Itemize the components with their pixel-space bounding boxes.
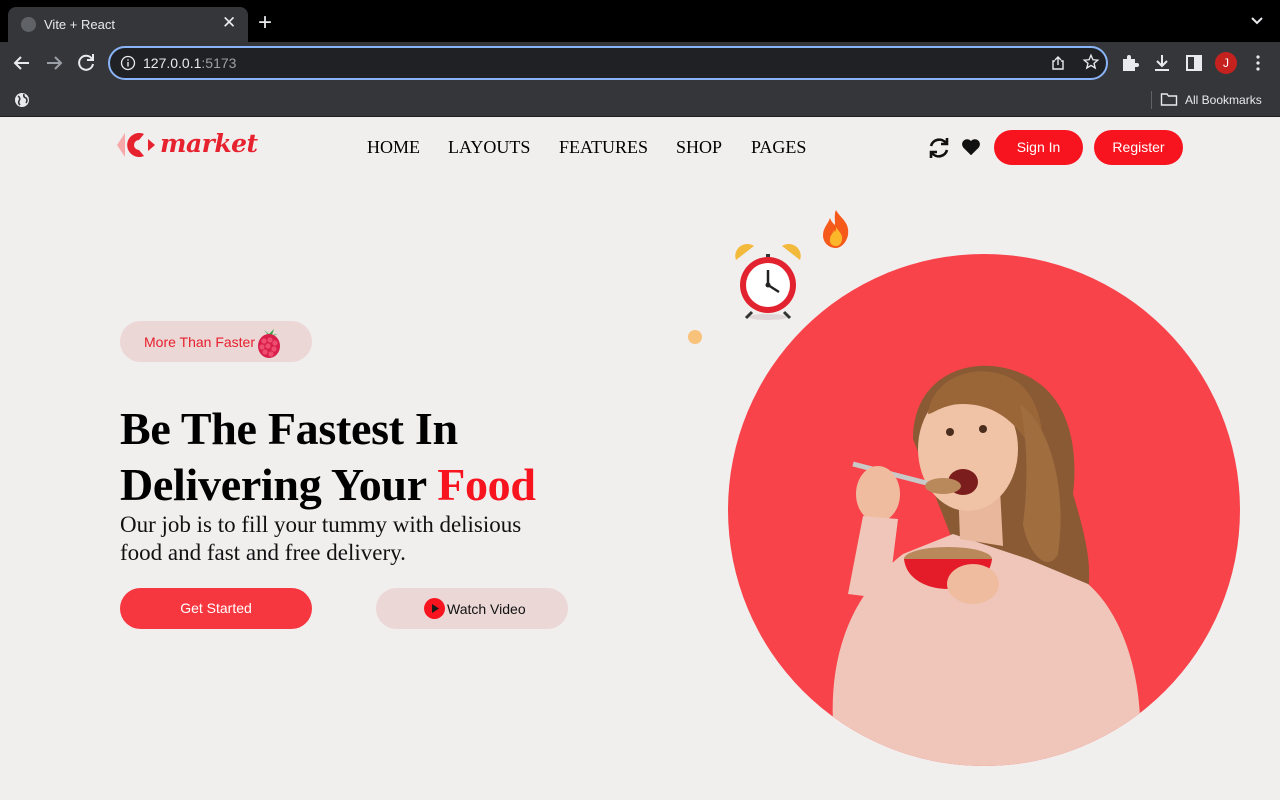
hero-image-circle bbox=[728, 254, 1240, 766]
url-host: 127.0.0.1 bbox=[143, 55, 202, 71]
browser-tab[interactable]: Vite + React ✕ bbox=[8, 7, 248, 42]
get-started-button[interactable]: Get Started bbox=[120, 588, 312, 629]
hero-headline-accent: Food bbox=[437, 459, 536, 510]
watch-video-button[interactable]: Watch Video bbox=[376, 588, 568, 629]
hero-subtext-line1: Our job is to fill your tummy with delis… bbox=[120, 512, 522, 537]
reload-icon[interactable] bbox=[74, 51, 98, 75]
extensions-puzzle-icon[interactable] bbox=[1118, 51, 1142, 75]
nav-features[interactable]: FEATURES bbox=[559, 137, 648, 158]
nav-layouts[interactable]: LAYOUTS bbox=[448, 137, 530, 158]
hero-subtext-line2: food and fast and free delivery. bbox=[120, 540, 406, 565]
url-text[interactable]: 127.0.0.1:5173 bbox=[143, 55, 236, 71]
address-bar[interactable]: 127.0.0.1:5173 bbox=[108, 46, 1108, 80]
url-port: :5173 bbox=[201, 55, 237, 71]
hero-headline-text: Delivering Your bbox=[120, 459, 426, 510]
side-panel-icon[interactable] bbox=[1182, 51, 1206, 75]
hero-headline-line1: Be The Fastest In bbox=[120, 403, 458, 454]
profile-avatar[interactable]: J bbox=[1215, 52, 1237, 74]
browser-toolbar: 127.0.0.1:5173 bbox=[0, 42, 1280, 84]
badge-label: More Than Faster bbox=[144, 334, 256, 350]
bookmark-star-icon[interactable] bbox=[1082, 53, 1100, 71]
register-button[interactable]: Register bbox=[1094, 130, 1183, 165]
tab-favicon-globe-icon bbox=[21, 17, 36, 32]
tab-title: Vite + React bbox=[44, 17, 115, 32]
bookmarks-bar: All Bookmarks bbox=[0, 84, 1280, 117]
all-bookmarks-label: All Bookmarks bbox=[1185, 93, 1262, 107]
new-tab-plus-icon[interactable]: + bbox=[258, 11, 272, 35]
site-info-icon[interactable] bbox=[120, 55, 136, 71]
raspberry-icon bbox=[258, 329, 280, 358]
sign-in-button[interactable]: Sign In bbox=[994, 130, 1083, 165]
back-arrow-icon[interactable] bbox=[10, 51, 34, 75]
more-than-faster-badge[interactable]: More Than Faster bbox=[120, 321, 312, 362]
forward-arrow-icon[interactable] bbox=[42, 51, 66, 75]
logo-wordmark: market bbox=[160, 129, 258, 158]
nav-home[interactable]: HOME bbox=[367, 137, 420, 158]
tab-search-chevron-down-icon[interactable] bbox=[1250, 16, 1264, 26]
folder-icon bbox=[1160, 93, 1178, 106]
market-logo[interactable]: market bbox=[116, 129, 258, 162]
heart-icon[interactable] bbox=[960, 136, 982, 158]
browser-tab-strip: Vite + React ✕ + bbox=[0, 0, 1280, 42]
share-icon[interactable] bbox=[1050, 55, 1066, 71]
play-icon bbox=[424, 598, 445, 619]
browser-menu-kebab-icon[interactable] bbox=[1246, 51, 1270, 75]
carrefour-logo-icon bbox=[117, 133, 155, 157]
nav-shop[interactable]: SHOP bbox=[676, 137, 722, 158]
fire-icon bbox=[823, 210, 849, 248]
watch-video-label: Watch Video bbox=[447, 601, 526, 617]
tab-close-icon[interactable]: ✕ bbox=[222, 14, 236, 32]
downloads-icon[interactable] bbox=[1150, 51, 1174, 75]
bookmarks-separator bbox=[1151, 91, 1152, 109]
hero-headline-line2: Delivering Your Food bbox=[120, 458, 536, 511]
woman-eating-cereal-image bbox=[832, 365, 1141, 766]
decorative-dot bbox=[688, 330, 702, 344]
refresh-icon[interactable] bbox=[926, 135, 952, 161]
nav-pages[interactable]: PAGES bbox=[751, 137, 806, 158]
bookmark-globe-icon[interactable] bbox=[14, 92, 30, 108]
